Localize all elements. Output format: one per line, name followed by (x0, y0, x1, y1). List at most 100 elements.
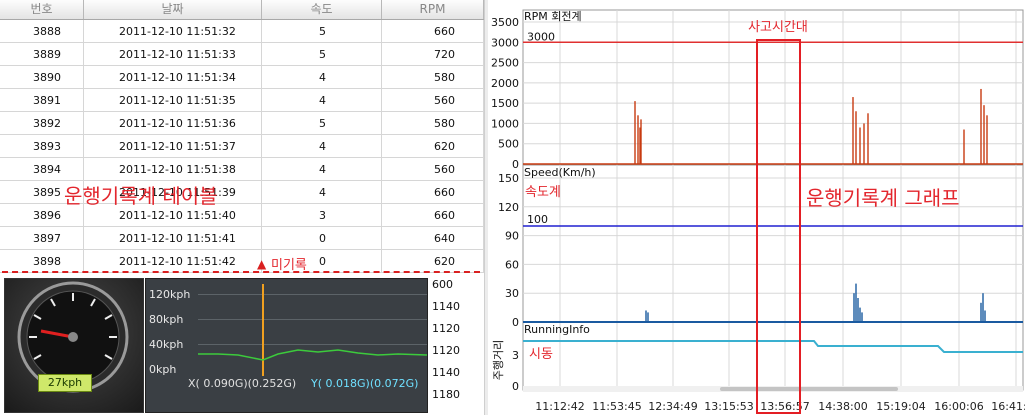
table-cell: 2011-12-10 11:51:41 (84, 227, 262, 249)
rpm-cell: 1140 (432, 300, 460, 313)
table-annotation: 운행기록계 테이블 (64, 184, 218, 208)
table-cell: 2011-12-10 11:51:33 (84, 43, 262, 65)
x-g-readout: X( 0.090G)(0.252G) (188, 377, 297, 390)
running-plot-area (522, 321, 1024, 391)
table-cell: 2011-12-10 11:51:34 (84, 66, 262, 88)
table-cell: 620 (382, 135, 484, 157)
g-tick-120: 120kph (149, 288, 191, 301)
rpm-cell: 600 (432, 278, 453, 291)
x-axis-label: 15:19:04 (876, 400, 925, 413)
table-cell: 3 (262, 204, 382, 226)
g-tick-0: 0kph (149, 363, 177, 376)
table-cell: 620 (382, 250, 484, 272)
table-cell: 3892 (0, 112, 84, 134)
speed-y-tick: 120 (498, 201, 519, 214)
table-cell: 2011-12-10 11:51:37 (84, 135, 262, 157)
graph-canvas: 35003000250020001500100050003000RPM 회전계1… (491, 9, 1025, 414)
rpm-y-tick: 2500 (491, 57, 519, 70)
running-title: RunningInfo (524, 323, 590, 336)
table-cell: 640 (382, 227, 484, 249)
table-cell: 660 (382, 181, 484, 203)
table-cell: 3889 (0, 43, 84, 65)
table-cell: 3897 (0, 227, 84, 249)
speed-y-tick: 60 (505, 258, 519, 271)
table-row[interactable]: 3893 2011-12-10 11:51:37 4 620 (0, 135, 484, 158)
x-axis-label: 16:41:10 (991, 400, 1025, 413)
table-cell: 3888 (0, 20, 84, 42)
x-axis-label: 12:34:49 (648, 400, 697, 413)
start-label: 시동 (529, 347, 553, 362)
g-tick-80: 80kph (149, 313, 184, 326)
missing-record-line (2, 271, 480, 273)
table-row[interactable]: 3891 2011-12-10 11:51:35 4 560 (0, 89, 484, 112)
scrollbar-thumb (720, 387, 898, 391)
speed-y-tick: 30 (505, 287, 519, 300)
speedometer-gauge (4, 278, 144, 413)
col-header-number[interactable]: 번호 (0, 0, 84, 19)
table-cell: 3893 (0, 135, 84, 157)
running-y-tick: 0 (512, 380, 519, 393)
rpm-reference-label: 3000 (527, 30, 555, 43)
table-row[interactable]: 3897 2011-12-10 11:51:41 0 640 (0, 227, 484, 250)
table-cell: 0 (262, 227, 382, 249)
table-cell: 4 (262, 66, 382, 88)
speed-title: Speed(Km/h) (524, 166, 596, 179)
rpm-y-tick: 2000 (491, 77, 519, 90)
table-cell: 4 (262, 89, 382, 111)
table-row[interactable]: 3894 2011-12-10 11:51:38 4 560 (0, 158, 484, 181)
driving-recorder-table-panel: 번호 날짜 속도 RPM 3888 2011-12-10 11:51:32 5 660… (0, 0, 488, 415)
table-cell: 580 (382, 66, 484, 88)
table-cell: 5 (262, 43, 382, 65)
running-y-tick: 3 (512, 349, 519, 362)
table-cell: 3898 (0, 250, 84, 272)
table-cell: 4 (262, 135, 382, 157)
rpm-y-tick: 0 (512, 158, 519, 171)
x-axis-label: 13:15:53 (704, 400, 753, 413)
table-cell: 580 (382, 112, 484, 134)
acceleration-graph-panel: 120kph 80kph 40kph 0kph X( 0.090G)(0.252… (145, 278, 428, 413)
table-row[interactable]: 3892 2011-12-10 11:51:36 5 580 (0, 112, 484, 135)
table-cell: 2011-12-10 11:51:35 (84, 89, 262, 111)
speed-y-tick: 0 (512, 316, 519, 329)
y-g-readout: Y( 0.018G)(0.072G) (311, 377, 419, 390)
g-tick-40: 40kph (149, 338, 184, 351)
table-row[interactable]: 3898 2011-12-10 11:51:42 0 620 (0, 250, 484, 273)
table-cell: 5 (262, 20, 382, 42)
table-cell: 2011-12-10 11:51:32 (84, 20, 262, 42)
table-cell: 560 (382, 158, 484, 180)
col-header-speed[interactable]: 속도 (262, 0, 382, 19)
table-cell: 660 (382, 204, 484, 226)
rpm-y-tick: 1500 (491, 97, 519, 110)
x-axis-label: 13:56:57 (760, 400, 809, 413)
table-cell: 2011-12-10 11:51:36 (84, 112, 262, 134)
up-arrow-icon: ▲ (257, 257, 267, 271)
graph-annotation: 운행기록계 그래프 (806, 186, 960, 210)
table-cell: 5 (262, 112, 382, 134)
table-cell: 3891 (0, 89, 84, 111)
accident-label: 사고시간대 (748, 20, 808, 35)
col-header-date[interactable]: 날짜 (84, 0, 262, 19)
col-header-rpm[interactable]: RPM (382, 0, 484, 19)
rpm-cell: 1120 (432, 344, 460, 357)
rpm-cell: 1140 (432, 366, 460, 379)
x-axis-label: 14:38:00 (818, 400, 867, 413)
table-cell: 3890 (0, 66, 84, 88)
table-row[interactable]: 3889 2011-12-10 11:51:33 5 720 (0, 43, 484, 66)
table-cell: 660 (382, 20, 484, 42)
running-y-label: 주행거리 (492, 340, 505, 380)
table-row[interactable]: 3890 2011-12-10 11:51:34 4 580 (0, 66, 484, 89)
x-axis-label: 16:00:06 (934, 400, 983, 413)
speed-y-tick: 150 (498, 172, 519, 185)
speed-reference-label: 100 (527, 213, 548, 226)
driving-recorder-graph-panel: 3500 3000 2500 2000 1500 1000 500 0 3000 RPM 회전계 1… (488, 0, 1025, 415)
rpm-y-tick: 1000 (491, 117, 519, 130)
rpm-y-tick: 3000 (491, 36, 519, 49)
table-cell: 2011-12-10 11:51:42 (84, 250, 262, 272)
table-row[interactable]: 3888 2011-12-10 11:51:32 5 660 (0, 20, 484, 43)
speed-subtitle: 속도계 (525, 185, 561, 200)
rpm-cell: 1120 (432, 322, 460, 335)
x-axis-label: 11:53:45 (592, 400, 641, 413)
rpm-y-tick: 3500 (491, 16, 519, 29)
table-cell: 560 (382, 89, 484, 111)
table-cell: 2011-12-10 11:51:38 (84, 158, 262, 180)
